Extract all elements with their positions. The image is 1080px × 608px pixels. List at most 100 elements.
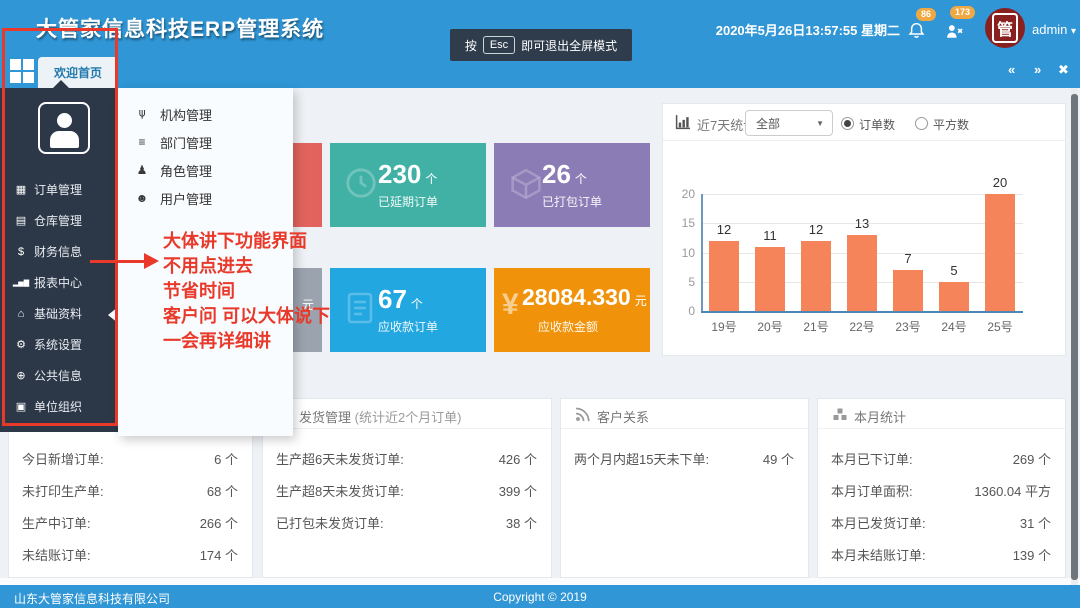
annotation-arrow-line	[90, 260, 146, 263]
y-axis-line	[701, 194, 703, 311]
stat-row: 本月已发货订单:31 个	[818, 505, 1065, 537]
stat-row-label: 本月未结账订单:	[831, 545, 926, 564]
stat-row-label: 生产超8天未发货订单:	[276, 481, 404, 500]
flyout-item-label: 角色管理	[160, 161, 212, 180]
panel-title: 发货管理 (统计近2个月订单)	[299, 407, 462, 426]
footer: Copyright © 2019 山东大管家信息科技有限公司	[0, 585, 1080, 608]
stat-row: 两个月内超15天未下单: 49 个	[561, 441, 808, 473]
chart-bar-value: 7	[885, 251, 931, 266]
panel-month-stats: 本月统计本月已下订单: 269 个本月订单面积:1360.04 平方本月已发货订单…	[817, 398, 1066, 578]
x-axis-tick-label: 19号	[701, 318, 747, 335]
annotation-line-2: 不用点进去	[163, 252, 253, 278]
bar-chart-plot: 051015201219号1120号1221号1322号723号524号2025…	[663, 141, 1065, 355]
flyout-item-label: 用户管理	[160, 189, 212, 208]
stat-row: 本月已下订单: 269 个	[818, 441, 1065, 473]
x-axis-tick-label: 23号	[885, 318, 931, 335]
stat-row-label: 未结账订单:	[22, 545, 91, 564]
sitemap-icon: ⋔	[132, 107, 152, 121]
card-number: 28084.330	[522, 284, 631, 311]
sitemap-icon-glyph: ⋔	[137, 107, 147, 121]
panel-header-month-stats: 本月统计	[818, 399, 1065, 429]
scrollbar-thumb[interactable]	[1071, 94, 1078, 580]
chart-bar-25号	[985, 194, 1015, 311]
stat-row: 未结账订单: 174 个	[9, 537, 252, 569]
y-axis-tick-label: 5	[671, 275, 695, 289]
stat-row-value: 174 个	[200, 545, 238, 564]
fullscreen-exit-toast: 按 Esc 即可退出全屏模式	[450, 29, 632, 61]
stat-row-label: 已打包未发货订单:	[276, 513, 384, 532]
stat-row: 未打印生产单:68 个	[9, 473, 252, 505]
cubes-icon	[832, 407, 848, 427]
chart-bar-21号	[801, 241, 831, 311]
erp-dashboard: 大管家信息科技ERP管理系统 欢迎首页 2020年5月26日13:57:55 星…	[0, 0, 1080, 608]
y-axis-tick-label: 0	[671, 304, 695, 318]
card-label: 应收款订单	[378, 318, 438, 335]
stat-row: 生产超8天未发货订单:399 个	[263, 473, 551, 505]
stat-row-value: 266 个	[200, 513, 238, 532]
stat-row-value: 139 个	[1013, 545, 1051, 564]
stat-row: 生产超6天未发货订单: 426 个	[263, 441, 551, 473]
card-number-row: 230个	[378, 159, 437, 190]
flyout-item-2[interactable]: ≡部门管理	[118, 130, 293, 154]
user-icon: ☻	[132, 191, 152, 205]
user-menu[interactable]: admin ▾	[1032, 22, 1076, 37]
card-unit: 元	[635, 292, 647, 309]
card-unit: 个	[575, 170, 587, 187]
doc-icon	[345, 292, 375, 329]
panel-title: 本月统计	[854, 407, 906, 426]
stat-row: 已打包未发货订单:38 个	[263, 505, 551, 537]
stat-row-label: 生产超6天未发货订单:	[276, 449, 404, 468]
radio-square-count[interactable]	[915, 117, 928, 130]
card-label: 应收款金额	[538, 318, 598, 335]
stat-row-value: 68 个	[207, 481, 238, 500]
contacts-icon[interactable]	[946, 24, 964, 39]
datetime-display: 2020年5月26日13:57:55 星期二	[716, 20, 900, 39]
rss-icon	[575, 407, 590, 427]
stat-row-value: 49 个	[763, 449, 794, 468]
annotation-line-4: 客户问 可以大体说下	[163, 302, 330, 328]
stat-row: 本月未结账订单: 139 个	[818, 537, 1065, 569]
card-number: 26	[542, 159, 571, 190]
username: admin	[1032, 22, 1067, 37]
flyout-item-1[interactable]: ⋔机构管理	[118, 102, 293, 126]
chevron-down-icon: ▾	[1071, 26, 1076, 37]
yen-icon: ¥	[502, 288, 519, 322]
box-icon	[509, 167, 543, 206]
card-unit: 个	[425, 170, 437, 187]
stat-row-label: 生产中订单:	[22, 513, 91, 532]
chart-bar-value: 20	[977, 175, 1023, 190]
radio-square-count-label: 平方数	[933, 116, 969, 133]
chart-bar-value: 12	[793, 222, 839, 237]
stat-card-receivable-amount: ¥28084.330元应收款金额	[494, 268, 650, 352]
close-tabs-icon[interactable]: ✖	[1058, 62, 1069, 78]
panel-header-customer: 客户关系	[561, 399, 808, 429]
stat-row-label: 本月已下订单:	[831, 449, 913, 468]
radio-order-count[interactable]	[841, 117, 854, 130]
panel-header-shipping: 发货管理 (统计近2个月订单)	[263, 399, 551, 429]
stat-row-value: 6 个	[214, 449, 238, 468]
chart-filter-select[interactable]: 全部 ▼	[745, 110, 833, 136]
stat-row-value: 269 个	[1013, 449, 1051, 468]
avatar[interactable]: 管	[985, 8, 1025, 48]
stat-row-label: 两个月内超15天未下单:	[574, 449, 709, 468]
flyout-item-3[interactable]: ♟角色管理	[118, 158, 293, 182]
user-icon-glyph: ☻	[136, 191, 149, 205]
tabs-scroll-right-icon[interactable]: »	[1034, 62, 1041, 77]
bell-icon[interactable]	[908, 22, 925, 39]
tabs-scroll-left-icon[interactable]: «	[1008, 62, 1015, 77]
x-axis-tick-label: 22号	[839, 318, 885, 335]
chart-bar-value: 12	[701, 222, 747, 237]
stat-card-receivable-orders: 67个应收款订单	[330, 268, 486, 352]
flyout-item-4[interactable]: ☻ 用户管理	[118, 186, 293, 210]
stat-row-value: 426 个	[499, 449, 537, 468]
stat-card-packed-orders: 26个已打包订单	[494, 143, 650, 227]
card-unit: 个	[411, 295, 423, 312]
toast-prefix: 按	[465, 37, 477, 54]
bottom-strip	[0, 578, 1080, 585]
bar-chart-icon	[675, 114, 691, 130]
annotation-rectangle	[2, 28, 118, 426]
stat-row: 本月订单面积:1360.04 平方	[818, 473, 1065, 505]
stat-row-value: 31 个	[1020, 513, 1051, 532]
chart-filter-value: 全部	[756, 115, 780, 132]
card-number: 67	[378, 284, 407, 315]
